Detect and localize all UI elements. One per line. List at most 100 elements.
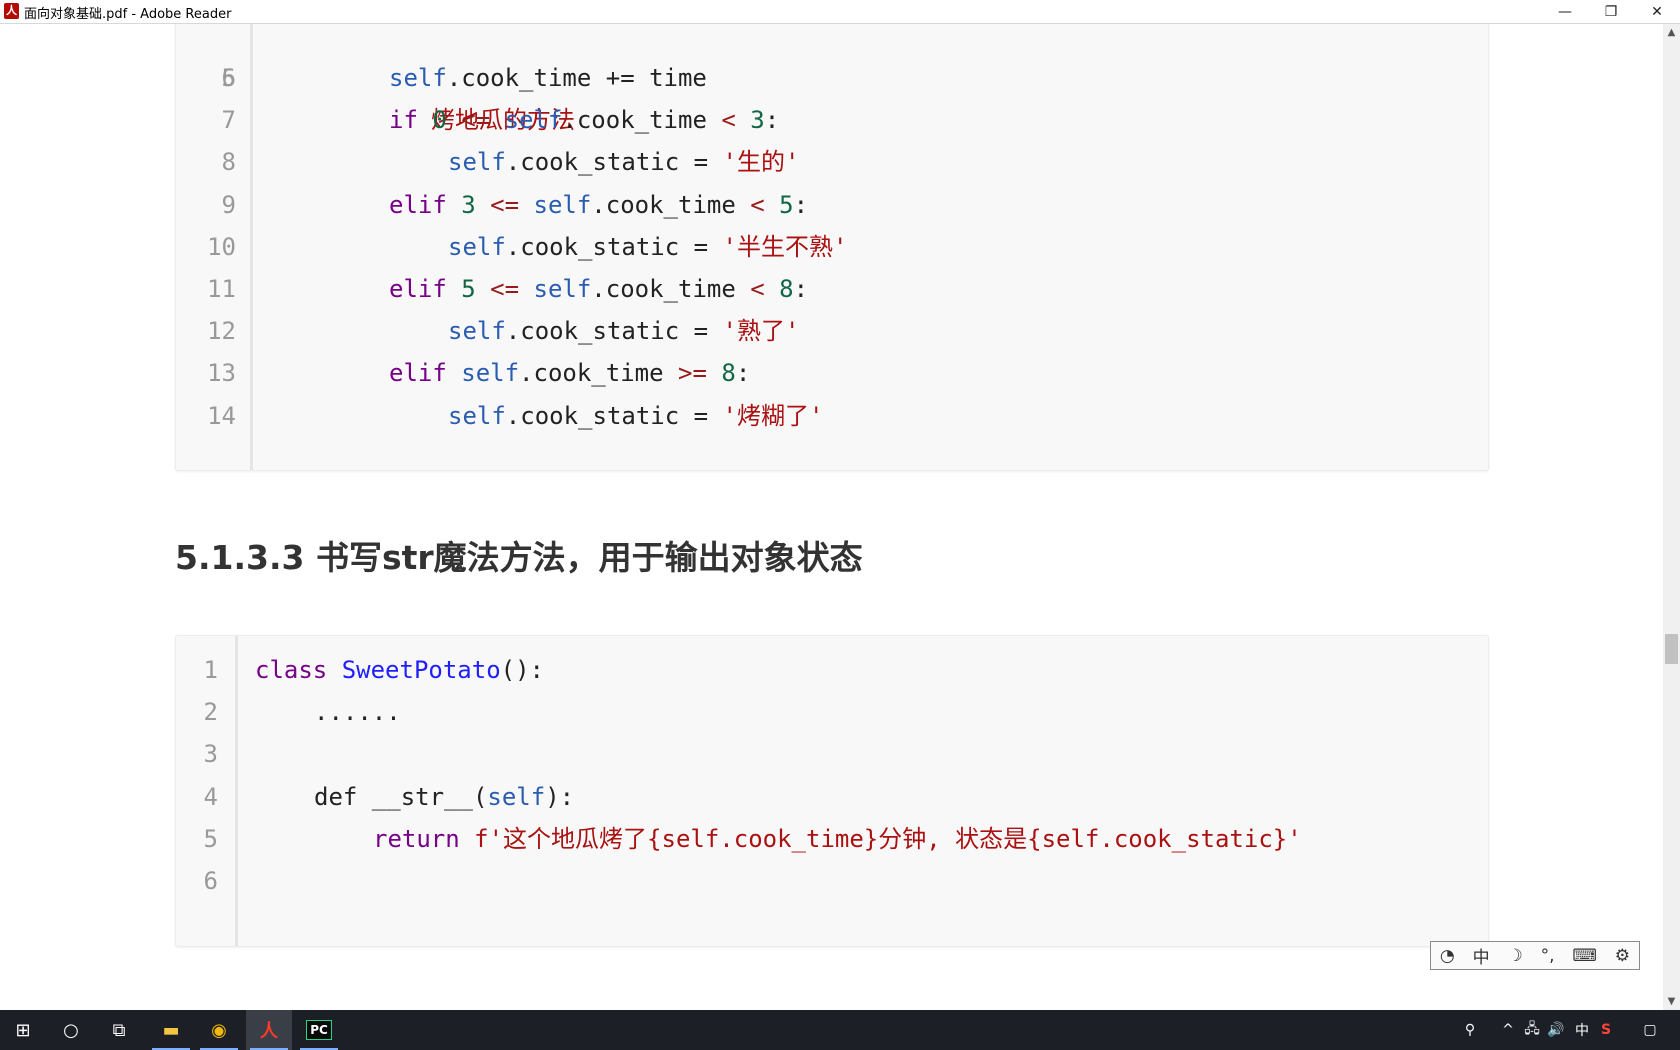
pycharm-button[interactable]: PC	[296, 1010, 342, 1050]
code-line: 7 if 0 <= self.cook_time < 3:	[176, 99, 1488, 141]
code-token: def	[314, 782, 372, 811]
ime-punctuation-icon[interactable]: °,	[1541, 946, 1555, 966]
ime-chinese-mode[interactable]: 中	[1473, 943, 1490, 968]
code-token: <=	[475, 190, 534, 219]
code-token: :	[764, 106, 780, 135]
code-token: .cook_static =	[505, 317, 723, 346]
code-line: 9 elif 3 <= self.cook_time < 5:	[176, 184, 1488, 226]
code-token: .cook_static =	[505, 148, 723, 177]
code-line: 5 烤地瓜的方法	[176, 24, 1488, 134]
network-icon[interactable]: 🖧	[1520, 1010, 1544, 1050]
code-token: <	[750, 190, 765, 219]
code-token: self	[533, 190, 592, 219]
code-line: 5 return f'这个地瓜烤了{self.cook_time}分钟, 状态是{…	[176, 818, 1488, 860]
close-button[interactable]: ✕	[1634, 0, 1680, 23]
code-token: .cook_time	[591, 275, 751, 303]
code-text: elif 5 <= self.cook_time < 8:	[389, 268, 808, 310]
code-text: return f'这个地瓜烤了{self.cook_time}分钟, 状态是{s…	[373, 818, 1302, 860]
code-token: 5	[461, 275, 476, 303]
ime-logo-icon[interactable]: ◔	[1440, 946, 1455, 966]
file-explorer-button[interactable]: ▬	[148, 1010, 194, 1050]
code-line: 1 class SweetPotato():	[176, 649, 1488, 691]
code-text: def __str__(self):	[314, 776, 574, 818]
restore-button[interactable]: ❐	[1588, 0, 1634, 23]
line-number: 12	[207, 317, 236, 346]
code-token: self	[504, 106, 563, 135]
code-token: 8	[764, 275, 794, 303]
code-text: if 0 <= self.cook_time < 3:	[389, 99, 779, 141]
minimize-button[interactable]: —	[1542, 0, 1588, 23]
code-token: return	[373, 824, 475, 853]
ime-halfwidth-icon[interactable]: ☽	[1507, 946, 1522, 966]
code-text: self.cook_static = '半生不熟'	[448, 226, 847, 268]
notification-icon[interactable]: ▢	[1630, 1010, 1670, 1050]
search-button[interactable]: ○	[48, 1010, 94, 1050]
code-token: <	[721, 106, 736, 135]
adobe-reader-icon: 人	[4, 3, 19, 19]
code-line: 4 def __str__(self):	[176, 776, 1488, 818]
pycharm-icon: PC	[306, 1020, 332, 1040]
line-number: 9	[221, 190, 236, 219]
code-token: '熟了'	[722, 317, 800, 346]
code-token: .cook_time += time	[446, 64, 707, 92]
chrome-button[interactable]: ◉	[196, 1010, 242, 1050]
code-token: f'这个地瓜烤了{self.cook_time}分钟, 状态是{self.coo…	[474, 824, 1302, 853]
code-token: :	[793, 190, 809, 219]
section-heading: 5.1.3.3 书写str魔法方法，用于输出对象状态	[175, 538, 863, 577]
code-token: .cook_time	[562, 106, 722, 135]
code-token: ):	[545, 782, 575, 811]
code-token: if	[389, 106, 433, 135]
code-token: <=	[446, 106, 505, 135]
code-token: __str__(	[371, 782, 488, 811]
sogou-icon[interactable]: S	[1594, 1010, 1618, 1050]
code-token: >=	[678, 359, 707, 388]
code-token: 3	[735, 106, 765, 135]
code-line: 14 self.cook_static = '烤糊了'	[176, 395, 1488, 437]
code-token: SweetPotato	[341, 656, 501, 684]
code-token: 0	[432, 106, 447, 135]
scroll-thumb[interactable]	[1665, 634, 1678, 664]
task-view-button[interactable]: ⧉	[96, 1010, 142, 1050]
code-token: '生的'	[722, 148, 800, 177]
code-token: self	[448, 317, 506, 346]
scroll-down-arrow[interactable]: ▼	[1663, 993, 1680, 1010]
people-icon[interactable]: ⚲	[1458, 1010, 1482, 1050]
code-token: .cook_time	[591, 190, 751, 219]
code-token: self	[448, 401, 506, 430]
code-token: .cook_time	[519, 359, 678, 388]
chrome-icon: ◉	[211, 1019, 227, 1041]
tray-expand-icon[interactable]: ^	[1496, 1010, 1520, 1050]
code-token: <=	[475, 275, 534, 303]
ime-settings-icon[interactable]: ⚙	[1615, 946, 1630, 966]
code-text: self.cook_static = '生的'	[448, 141, 799, 183]
code-token: self	[533, 275, 592, 303]
code-token: ():	[500, 656, 545, 684]
vertical-scrollbar[interactable]: ▲ ▼	[1663, 24, 1680, 1010]
scroll-up-arrow[interactable]: ▲	[1663, 24, 1680, 41]
window-title: 面向对象基础.pdf - Adobe Reader	[24, 7, 232, 22]
code-text: elif self.cook_time >= 8:	[389, 352, 750, 394]
code-line: 12 self.cook_static = '熟了'	[176, 310, 1488, 352]
code-line: 6	[176, 860, 1488, 902]
start-button[interactable]: ⊞	[0, 1010, 46, 1050]
code-token: 3	[461, 190, 476, 219]
adobe-reader-button[interactable]: 人	[246, 1010, 292, 1050]
volume-icon[interactable]: 🔊	[1544, 1010, 1568, 1050]
code-text: self.cook_time += time	[389, 57, 707, 99]
line-number: 2	[203, 698, 218, 727]
code-token: self	[448, 148, 506, 177]
start-icon: ⊞	[15, 1019, 31, 1041]
adobe-reader-icon: 人	[260, 1021, 278, 1042]
code-text: self.cook_static = '烤糊了'	[448, 395, 823, 437]
ime-keyboard-icon[interactable]: ⌨	[1572, 946, 1597, 966]
code-token: 5	[764, 190, 794, 219]
code-token: .cook_static =	[505, 232, 723, 261]
code-token: 8	[706, 359, 736, 388]
ime-indicator[interactable]: 中	[1570, 1010, 1594, 1050]
code-text: elif 3 <= self.cook_time < 5:	[389, 184, 808, 226]
line-number: 3	[203, 740, 218, 769]
pdf-document-view[interactable]: 5 烤地瓜的方法 6 self.cook_time += time 7 if 0 <=…	[0, 24, 1663, 1010]
file-explorer-icon: ▬	[162, 1019, 180, 1041]
code-token: elif	[389, 190, 462, 219]
line-number: 7	[221, 106, 236, 135]
